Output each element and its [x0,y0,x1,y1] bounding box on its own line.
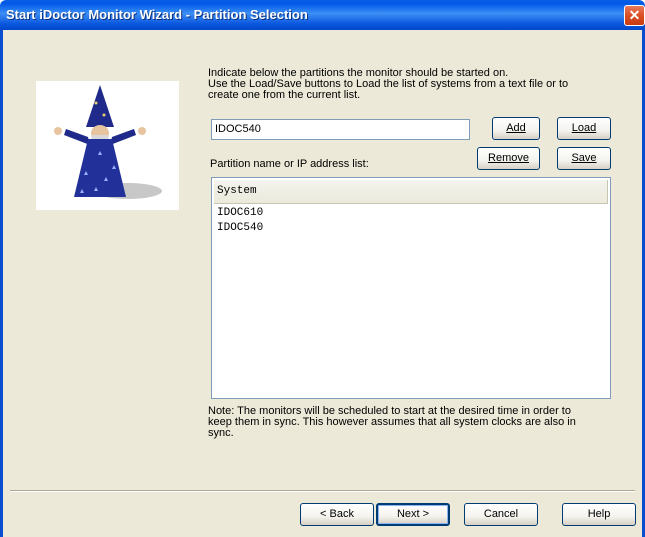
list-item[interactable]: IDOC540 [217,221,605,236]
title-bar: Start iDoctor Monitor Wizard - Partition… [0,0,645,30]
next-button[interactable]: Next > [376,503,450,526]
window-title: Start iDoctor Monitor Wizard - Partition… [6,7,308,22]
instructions-text: Indicate below the partitions the monito… [208,68,608,101]
sync-note: Note: The monitors will be scheduled to … [208,406,598,439]
add-button-label: Add [506,122,526,134]
back-button[interactable]: < Back [300,503,374,526]
cancel-button-label: Cancel [483,508,519,520]
list-label: Partition name or IP address list: [210,158,369,170]
instructions-line: create one from the current list. [208,89,361,101]
load-button[interactable]: Load [557,117,611,140]
list-item[interactable]: IDOC610 [217,206,605,221]
note-line: keep them in sync. This however assumes … [208,416,576,428]
partition-input[interactable]: IDOC540 [211,119,470,140]
remove-button[interactable]: Remove [477,147,540,170]
footer-separator [10,490,635,492]
column-header-system[interactable]: System [214,180,608,204]
list-rows: IDOC610 IDOC540 [212,204,610,238]
wizard-icon [54,85,162,199]
back-button-label: < Back [320,508,354,520]
wizard-illustration [36,81,179,210]
load-button-label: Load [571,122,597,134]
save-button[interactable]: Save [557,147,611,170]
help-button-label: Help [587,508,611,520]
save-button-label: Save [571,152,597,164]
remove-button-label: Remove [488,152,529,164]
help-button[interactable]: Help [562,503,636,526]
close-button[interactable]: ✕ [624,5,645,26]
note-line: sync. [208,427,234,439]
cancel-button[interactable]: Cancel [464,503,538,526]
system-listbox[interactable]: System IDOC610 IDOC540 [211,177,611,399]
add-button[interactable]: Add [492,117,540,140]
next-button-label: Next > [396,508,430,520]
